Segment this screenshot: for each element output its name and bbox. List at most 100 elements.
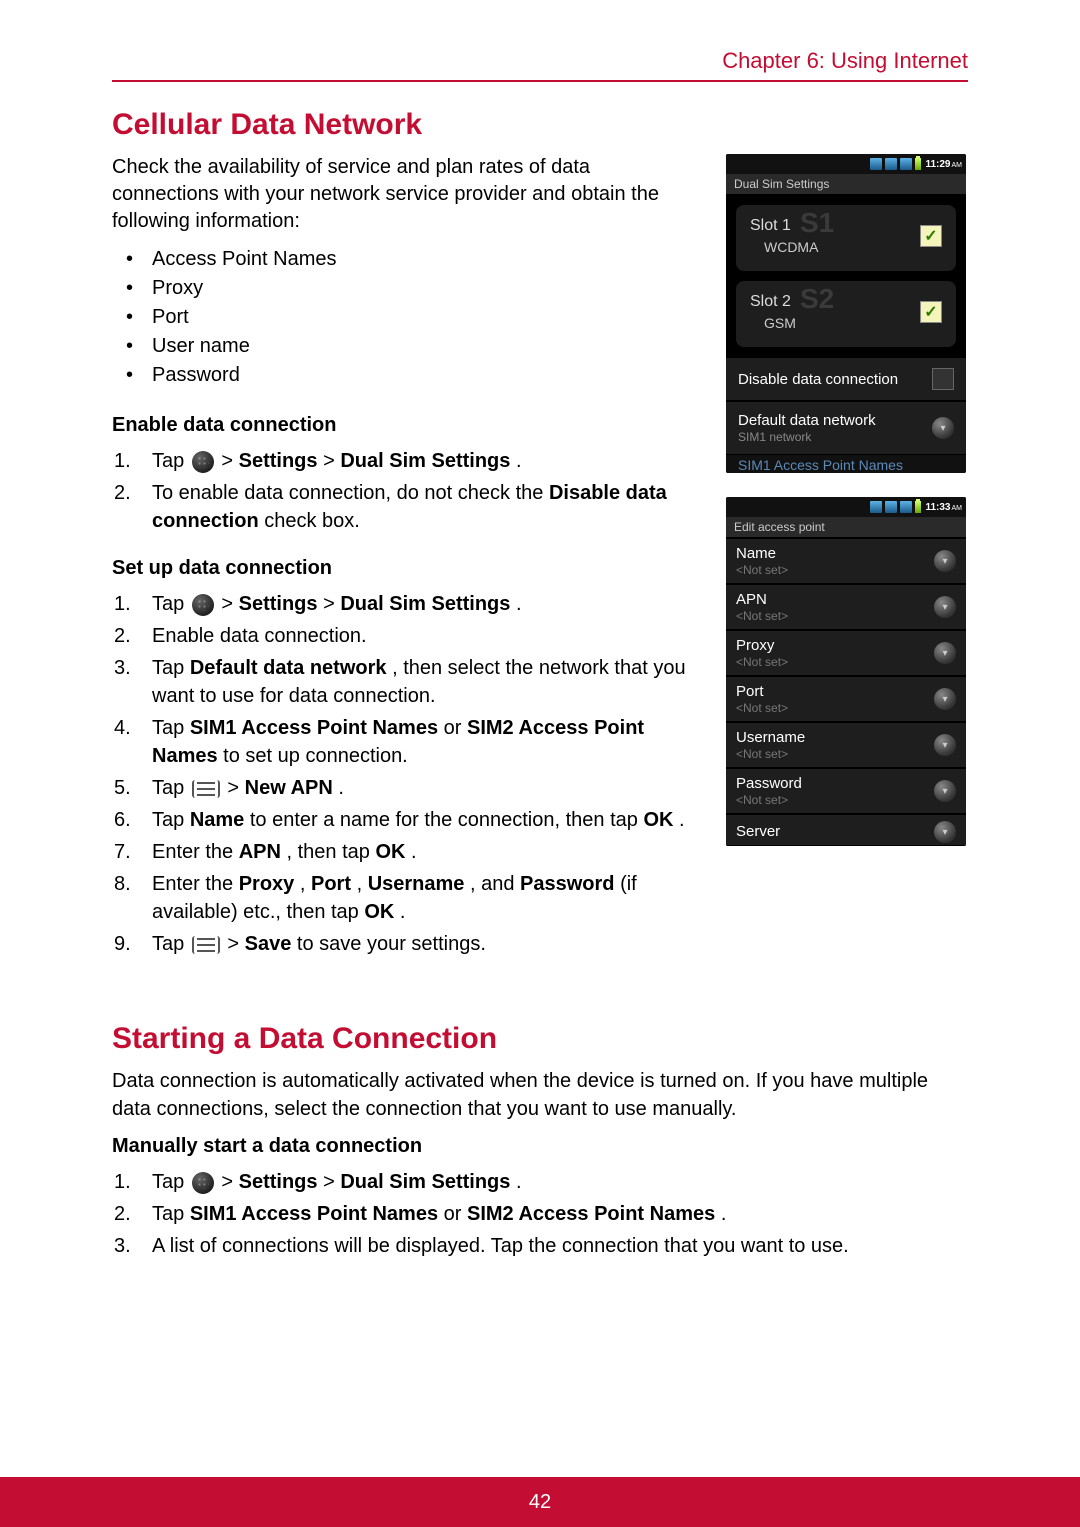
text: Tap (152, 657, 190, 679)
step: Tap Default data network , then select t… (112, 654, 700, 710)
status-bar: 11:29AM (726, 154, 966, 174)
text: . (400, 901, 406, 923)
bold: Default data network (190, 657, 387, 679)
text: , (300, 873, 311, 895)
text: to enter a name for the connection, then… (250, 809, 644, 831)
text: or (444, 717, 467, 739)
text: , (357, 873, 368, 895)
bold: OK (643, 809, 673, 831)
text: To enable data connection, do not check … (152, 482, 549, 504)
text: or (444, 1203, 467, 1225)
disable-data-checkbox[interactable] (932, 368, 954, 390)
chevron-down-icon: ▾ (934, 688, 956, 710)
apn-field-apn[interactable]: APN<Not set> ▾ (726, 584, 966, 630)
chevron-down-icon: ▾ (934, 821, 956, 843)
bullet-item: Password (112, 361, 700, 390)
bold: Proxy (239, 873, 295, 895)
text: . (679, 809, 685, 831)
signal-icon (870, 501, 882, 513)
slot1-checkbox[interactable]: ✓ (920, 225, 942, 247)
field-label: Port (736, 683, 764, 700)
signal-icon (900, 158, 912, 170)
clock: 11:33AM (925, 502, 962, 513)
step: Tap Name to enter a name for the connect… (112, 806, 700, 834)
bullet-item: User name (112, 332, 700, 361)
text: > (221, 593, 238, 615)
step: Enter the APN , then tap OK . (112, 838, 700, 866)
info-bullet-list: Access Point Names Proxy Port User name … (112, 245, 700, 390)
text: to set up connection. (223, 745, 408, 767)
bold: Username (368, 873, 465, 895)
page-number: 42 (0, 1477, 1080, 1527)
apn-field-name[interactable]: Name<Not set> ▾ (726, 538, 966, 584)
text: > (227, 777, 244, 799)
step: Tap SIM1 Access Point Names or SIM2 Acce… (112, 1200, 968, 1228)
chevron-down-icon: ▾ (934, 596, 956, 618)
text: Enter the (152, 841, 239, 863)
bold: New APN (245, 777, 333, 799)
signal-icon (885, 501, 897, 513)
screen-title: Dual Sim Settings (726, 174, 966, 195)
bold: Dual Sim Settings (340, 593, 510, 615)
field-label: Username (736, 729, 805, 746)
slot2-label: Slot 2 (750, 293, 796, 311)
slot1-card[interactable]: Slot 1 WCDMA S1 ✓ (736, 205, 956, 271)
chapter-header: Chapter 6: Using Internet (112, 48, 968, 82)
default-network-label: Default data network (738, 412, 876, 429)
battery-icon (915, 501, 921, 513)
enable-steps: Tap > Settings > Dual Sim Settings . To … (112, 447, 700, 535)
intro-text: Check the availability of service and pl… (112, 154, 700, 235)
text: check box. (264, 510, 360, 532)
signal-icon (900, 501, 912, 513)
text: Tap (152, 717, 190, 739)
default-network-value: SIM1 network (738, 430, 876, 444)
intro-text-2: Data connection is automatically activat… (112, 1068, 968, 1123)
text: Tap (152, 777, 190, 799)
text: to save your settings. (297, 933, 486, 955)
disable-data-label: Disable data connection (738, 371, 898, 388)
default-network-row[interactable]: Default data network SIM1 network ▾ (726, 401, 966, 455)
bold: OK (375, 841, 405, 863)
step: Tap SIM1 Access Point Names or SIM2 Acce… (112, 714, 700, 770)
apn-field-proxy[interactable]: Proxy<Not set> ▾ (726, 630, 966, 676)
field-value: <Not set> (736, 609, 788, 623)
screenshot-edit-apn: 11:33AM Edit access point Name<Not set> … (726, 497, 966, 846)
step: Tap > Settings > Dual Sim Settings . (112, 447, 700, 475)
field-value: <Not set> (736, 747, 805, 761)
apn-field-port[interactable]: Port<Not set> ▾ (726, 676, 966, 722)
text: , and (470, 873, 520, 895)
text: > (323, 450, 340, 472)
apn-field-username[interactable]: Username<Not set> ▾ (726, 722, 966, 768)
slot1-type: WCDMA (764, 239, 818, 255)
apn-field-server[interactable]: Server ▾ (726, 814, 966, 846)
text: . (516, 593, 522, 615)
step: Enable data connection. (112, 622, 700, 650)
step: Enter the Proxy , Port , Username , and … (112, 870, 700, 926)
chevron-down-icon: ▾ (932, 417, 954, 439)
chevron-down-icon: ▾ (934, 734, 956, 756)
text: > (221, 450, 238, 472)
screenshot-dual-sim: 11:29AM Dual Sim Settings Slot 1 WCDMA S… (726, 154, 966, 473)
setup-data-heading: Set up data connection (112, 557, 700, 580)
text: Tap (152, 809, 190, 831)
disable-data-row[interactable]: Disable data connection (726, 357, 966, 401)
text: . (338, 777, 344, 799)
bold: Port (311, 873, 351, 895)
step: Tap > Settings > Dual Sim Settings . (112, 590, 700, 618)
setup-steps: Tap > Settings > Dual Sim Settings . Ena… (112, 590, 700, 958)
slot2-badge: S2 (800, 283, 834, 315)
bold: APN (239, 841, 281, 863)
slot2-type: GSM (764, 315, 796, 331)
section-title-starting: Starting a Data Connection (112, 1022, 968, 1056)
status-bar: 11:33AM (726, 497, 966, 517)
bold: Name (190, 809, 244, 831)
text: > (323, 593, 340, 615)
apps-icon (192, 594, 214, 616)
menu-icon (192, 780, 220, 798)
slot2-checkbox[interactable]: ✓ (920, 301, 942, 323)
apps-icon (192, 1172, 214, 1194)
apn-field-password[interactable]: Password<Not set> ▾ (726, 768, 966, 814)
slot2-card[interactable]: Slot 2 GSM S2 ✓ (736, 281, 956, 347)
field-label: APN (736, 591, 767, 608)
bold: Settings (239, 1171, 318, 1193)
